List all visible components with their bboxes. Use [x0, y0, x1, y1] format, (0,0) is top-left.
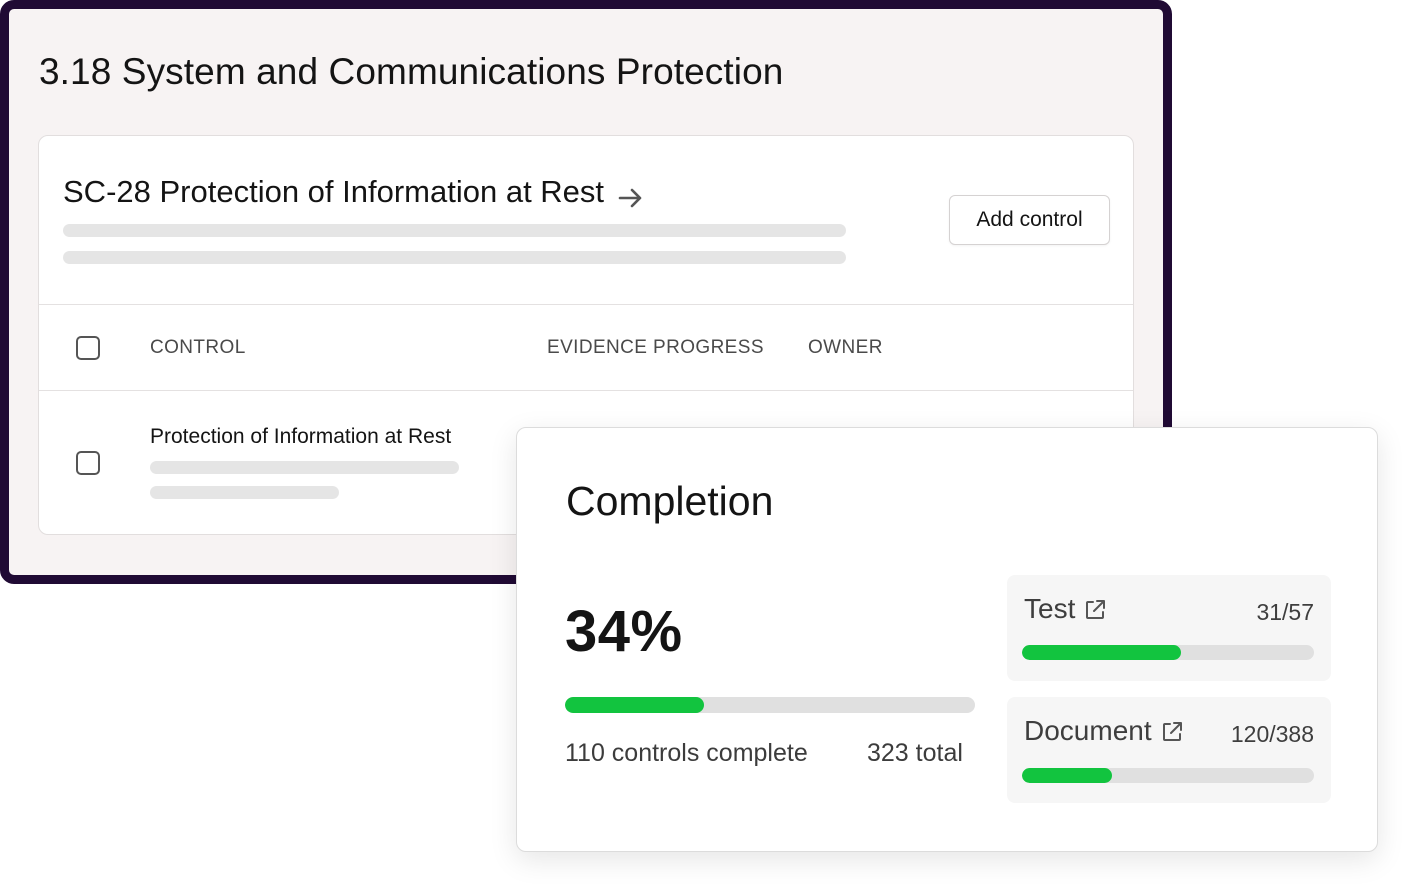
- controls-complete-label: 110 controls complete: [565, 739, 808, 767]
- column-header-owner[interactable]: OWNER: [808, 337, 883, 359]
- section-title: 3.18 System and Communications Protectio…: [39, 51, 784, 92]
- select-all-checkbox[interactable]: [76, 336, 100, 360]
- control-card-header: SC-28 Protection of Information at Rest …: [39, 136, 1133, 305]
- add-control-button[interactable]: Add control: [949, 195, 1110, 245]
- completion-card: Completion 34% 110 controls complete 323…: [516, 427, 1378, 852]
- overall-progress-fill: [565, 697, 705, 713]
- metric-document-label: Document: [1024, 715, 1152, 746]
- external-link-icon: [1083, 597, 1107, 621]
- table-header: CONTROL EVIDENCE PROGRESS OWNER: [39, 305, 1133, 391]
- row-checkbox[interactable]: [76, 451, 100, 475]
- metric-document[interactable]: Document 120/388: [1007, 697, 1331, 803]
- control-title-link[interactable]: SC-28 Protection of Information at Rest: [63, 174, 644, 210]
- arrow-right-icon: [618, 181, 644, 208]
- metric-test-link[interactable]: Test: [1024, 593, 1107, 625]
- metric-document-fill: [1022, 768, 1113, 783]
- metric-test[interactable]: Test 31/57: [1007, 575, 1331, 681]
- metric-test-fill: [1022, 645, 1181, 660]
- completion-title: Completion: [566, 478, 774, 524]
- external-link-icon: [1160, 719, 1184, 743]
- metric-test-track: [1022, 645, 1314, 660]
- metric-test-count: 31/57: [1256, 599, 1314, 625]
- metric-document-count: 120/388: [1230, 721, 1314, 747]
- row-skeleton-line: [150, 461, 459, 474]
- metric-document-link[interactable]: Document: [1024, 715, 1184, 747]
- row-control-name[interactable]: Protection of Information at Rest: [150, 425, 451, 449]
- metric-document-track: [1022, 768, 1314, 783]
- row-skeleton-line: [150, 486, 339, 499]
- control-title: SC-28 Protection of Information at Rest: [63, 174, 605, 209]
- controls-total-label: 323 total: [867, 739, 963, 767]
- description-skeleton-line: [63, 251, 846, 264]
- completion-percent: 34%: [565, 599, 683, 664]
- overall-progress-track: [565, 697, 975, 713]
- column-header-control[interactable]: CONTROL: [150, 337, 246, 359]
- column-header-evidence-progress[interactable]: EVIDENCE PROGRESS: [547, 337, 764, 359]
- description-skeleton-line: [63, 224, 846, 237]
- stage: 3.18 System and Communications Protectio…: [0, 0, 1418, 893]
- metric-test-label: Test: [1024, 593, 1076, 624]
